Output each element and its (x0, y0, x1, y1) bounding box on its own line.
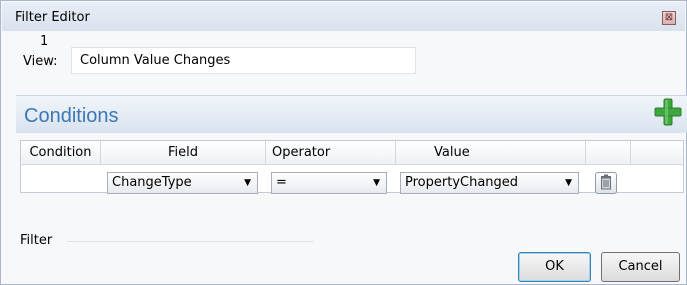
close-icon[interactable]: ⊠ (662, 11, 676, 25)
delete-condition-button[interactable] (595, 172, 617, 194)
ok-button[interactable]: OK (518, 252, 591, 282)
cancel-button[interactable]: Cancel (601, 252, 680, 282)
field-value: ChangeType (112, 175, 192, 190)
chevron-down-icon: ▼ (244, 178, 251, 188)
chevron-down-icon: ▼ (565, 178, 572, 188)
filter-label: Filter (20, 233, 53, 248)
column-header-field[interactable]: Field (101, 141, 266, 164)
field-dropdown[interactable]: ChangeType ▼ (107, 172, 258, 194)
operator-dropdown[interactable]: = ▼ (271, 172, 387, 194)
filter-divider (67, 241, 314, 242)
condition-number: 1 (40, 34, 49, 49)
operator-value: = (276, 175, 287, 190)
column-header-action (586, 141, 631, 164)
chevron-down-icon: ▼ (373, 178, 380, 188)
conditions-title: Conditions (24, 105, 119, 127)
value-dropdown[interactable]: PropertyChanged ▼ (400, 172, 579, 194)
plus-icon[interactable] (652, 96, 684, 128)
column-header-operator[interactable]: Operator (266, 141, 396, 164)
view-label: View: (23, 54, 58, 69)
column-header-value[interactable]: Value (396, 141, 586, 164)
column-header-condition[interactable]: Condition (21, 141, 101, 164)
title-bar: Filter Editor ⊠ (2, 2, 685, 31)
value-value: PropertyChanged (405, 175, 519, 190)
column-header-extra (631, 141, 685, 164)
view-name-input[interactable]: Column Value Changes (71, 47, 416, 74)
grid-header: Condition Field Operator Value (21, 141, 683, 165)
conditions-header: Conditions (16, 95, 687, 133)
trash-icon (601, 174, 611, 190)
window-title: Filter Editor (15, 10, 90, 25)
